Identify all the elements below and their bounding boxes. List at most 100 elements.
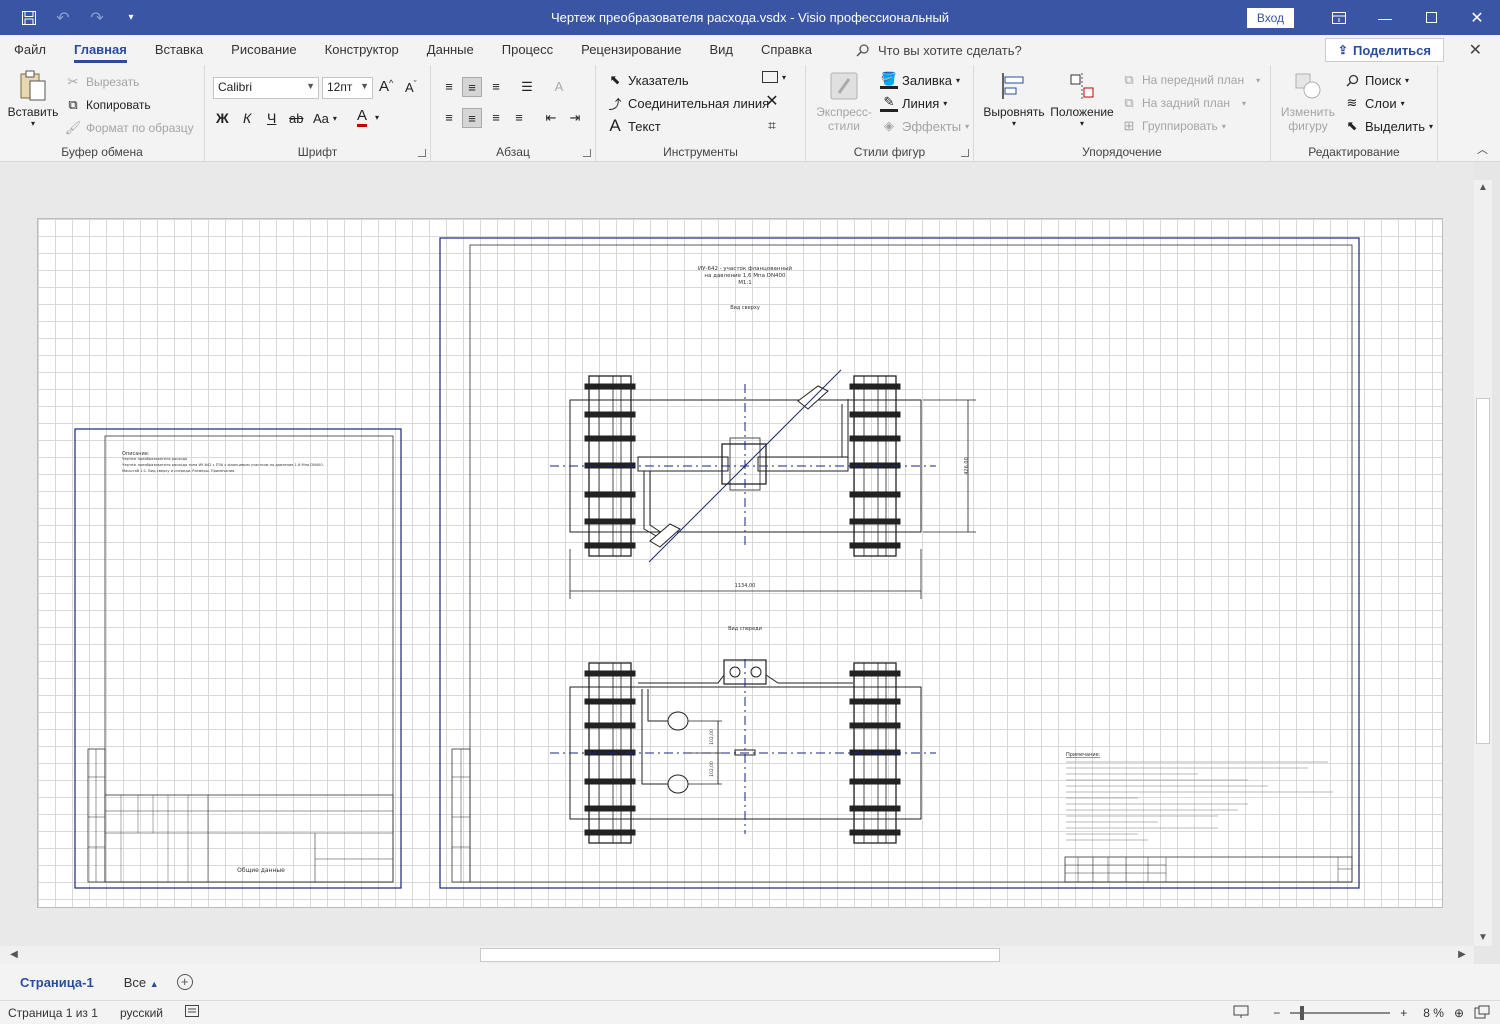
tab-data[interactable]: Данные <box>413 35 488 65</box>
paragraph-dialog-launcher[interactable] <box>583 149 591 157</box>
cut-button[interactable]: ✂ Вырезать <box>64 73 140 91</box>
page-indicator[interactable]: Страница 1 из 1 <box>8 1006 98 1020</box>
signin-button[interactable]: Вход <box>1246 7 1294 28</box>
notes-block[interactable]: Примечание: <box>1064 752 1353 883</box>
customize-toolbar-icon[interactable]: ▾ <box>116 3 146 33</box>
switch-windows-icon[interactable] <box>1474 1005 1490 1022</box>
fill-button[interactable]: 🪣 Заливка ▾ <box>880 71 960 89</box>
tab-review[interactable]: Рецензирование <box>567 35 695 65</box>
change-case-button[interactable]: Aa ▾ <box>313 111 337 126</box>
quick-styles-button[interactable]: Экспресс- стили <box>812 69 876 133</box>
copy-button[interactable]: ⧉ Копировать <box>64 96 150 114</box>
align-middle-icon[interactable]: ≡ <box>462 77 482 97</box>
align-bottom-icon[interactable]: ≡ <box>486 77 506 97</box>
minimize-icon[interactable]: — <box>1362 0 1408 35</box>
align-left-icon[interactable]: ≡ <box>439 108 459 128</box>
pointer-tool-button[interactable]: ⬉ Указатель <box>606 71 689 89</box>
tell-me-box[interactable]: Что вы хотите сделать? <box>856 43 1022 58</box>
effects-button[interactable]: ◈ Эффекты ▾ <box>880 117 969 135</box>
align-button[interactable]: Выровнять ▾ <box>982 69 1046 128</box>
format-painter-button[interactable]: 🖌 Формат по образцу <box>64 119 194 137</box>
scroll-up-icon[interactable]: ▲ <box>1475 180 1491 196</box>
tab-view[interactable]: Вид <box>695 35 747 65</box>
decrease-indent-icon[interactable]: ⇤ <box>541 108 561 128</box>
scroll-left-icon[interactable]: ◀ <box>6 947 22 963</box>
scroll-down-icon[interactable]: ▼ <box>1475 930 1491 946</box>
shrink-font-button[interactable]: Aˇ <box>405 79 417 96</box>
vertical-scrollbar[interactable]: ▲ ▼ <box>1474 180 1492 946</box>
text-tool-button[interactable]: A Текст <box>606 116 660 135</box>
bold-button[interactable]: Ж <box>216 110 229 126</box>
select-button[interactable]: ⬉ Выделить ▾ <box>1343 117 1433 135</box>
increase-indent-icon[interactable]: ⇥ <box>565 108 585 128</box>
zoom-out-icon[interactable]: − <box>1273 1006 1280 1020</box>
align-right-icon[interactable]: ≡ <box>486 108 506 128</box>
paragraph-group: ≡ ≡ ≡ ☰ A ≡ ≡ ≡ ≡ ⇤ ⇥ Абзац <box>431 65 596 162</box>
underline-button[interactable]: Ч <box>267 110 276 126</box>
group-button[interactable]: ⊞ Группировать ▾ <box>1120 117 1226 135</box>
bullets-icon[interactable]: ☰ <box>517 77 537 97</box>
align-center-icon[interactable]: ≡ <box>462 108 482 128</box>
left-sheet[interactable]: Описание: Чертеж преобразователя расхода… <box>74 428 402 889</box>
maximize-icon[interactable] <box>1408 0 1454 35</box>
find-button[interactable]: Поиск ▾ <box>1343 71 1409 89</box>
zoom-in-icon[interactable]: + <box>1400 1006 1407 1020</box>
align-top-icon[interactable]: ≡ <box>439 77 459 97</box>
strikethrough-button[interactable]: ab <box>289 111 303 126</box>
tab-help[interactable]: Справка <box>747 35 826 65</box>
close-window-icon[interactable]: ✕ <box>1454 0 1500 35</box>
scroll-right-icon[interactable]: ▶ <box>1454 947 1470 963</box>
rectangle-tool-button[interactable]: ▾ <box>762 71 786 83</box>
shape-styles-dialog-launcher[interactable] <box>961 149 969 157</box>
zoom-slider-thumb[interactable] <box>1300 1006 1305 1020</box>
tab-draw[interactable]: Рисование <box>217 35 310 65</box>
undo-icon[interactable]: ↶ <box>48 3 78 33</box>
vertical-scroll-thumb[interactable] <box>1476 398 1490 744</box>
language-indicator[interactable]: русский <box>120 1006 163 1020</box>
send-back-icon: ⧉ <box>1124 95 1134 110</box>
font-size-select[interactable]: 12пт ▼ <box>322 77 373 99</box>
layers-button[interactable]: ≋ Слои ▾ <box>1343 94 1405 112</box>
drawing-canvas[interactable]: Описание: Чертеж преобразователя расхода… <box>0 162 1474 946</box>
font-name-select[interactable]: Calibri ▼ <box>213 77 319 99</box>
crop-icon[interactable]: ⌗ <box>762 115 782 135</box>
horizontal-scrollbar[interactable]: ◀ ▶ <box>0 946 1474 964</box>
share-button[interactable]: ⇪ Поделиться <box>1324 38 1444 62</box>
font-color-button[interactable]: A ▾ <box>357 108 379 127</box>
tab-insert[interactable]: Вставка <box>141 35 217 65</box>
close-icon[interactable]: ✕ <box>1469 40 1482 60</box>
redo-icon[interactable]: ↷ <box>82 3 112 33</box>
send-back-button[interactable]: ⧉ На задний план ▾ <box>1120 94 1246 112</box>
save-icon[interactable] <box>14 3 44 33</box>
presentation-mode-icon[interactable] <box>1233 1005 1249 1022</box>
bring-front-button[interactable]: ⧉ На передний план ▾ <box>1120 71 1260 89</box>
ribbon-display-icon[interactable] <box>1316 0 1362 35</box>
line-button[interactable]: ✎ Линия ▾ <box>880 94 947 112</box>
italic-button[interactable]: К <box>243 110 251 126</box>
add-page-icon[interactable]: + <box>176 974 193 990</box>
drawing-page[interactable]: Описание: Чертеж преобразователя расхода… <box>37 218 1443 908</box>
justify-icon[interactable]: ≡ <box>509 108 529 128</box>
right-sheet[interactable]: ИУ-642 - участок фланцованный на давлени… <box>439 237 1360 889</box>
zoom-slider[interactable] <box>1290 1006 1391 1020</box>
tab-process[interactable]: Процесс <box>488 35 567 65</box>
zoom-level[interactable]: 8 % <box>1423 1006 1444 1020</box>
tab-home[interactable]: Главная <box>60 35 141 65</box>
font-dialog-launcher[interactable] <box>418 149 426 157</box>
tab-file[interactable]: Файл <box>0 35 60 65</box>
fit-to-window-icon[interactable]: ⊕ <box>1454 1006 1464 1020</box>
position-button[interactable]: Положение ▾ <box>1048 69 1116 128</box>
page-tab-1[interactable]: Страница-1 <box>20 975 94 990</box>
collapse-ribbon-icon[interactable]: ︿ <box>1477 141 1488 157</box>
tab-design[interactable]: Конструктор <box>311 35 413 65</box>
text-direction-icon[interactable]: A <box>549 77 569 97</box>
horizontal-scroll-thumb[interactable] <box>480 948 1000 962</box>
connection-point-icon[interactable]: ✕ <box>762 92 782 112</box>
all-pages-button[interactable]: Все ▲ <box>124 975 159 990</box>
paste-button[interactable]: Вставить ▾ <box>6 69 60 128</box>
macro-record-icon[interactable] <box>185 1005 200 1020</box>
left-sheet-line3: Масштаб 1:1. Вид сверху и спереди. Разме… <box>122 469 235 473</box>
connector-tool-button[interactable]: ⤴ Соединительная линия <box>606 94 769 112</box>
change-shape-button[interactable]: Изменить фигуру <box>1275 69 1341 133</box>
grow-font-button[interactable]: A ^ <box>379 78 393 96</box>
